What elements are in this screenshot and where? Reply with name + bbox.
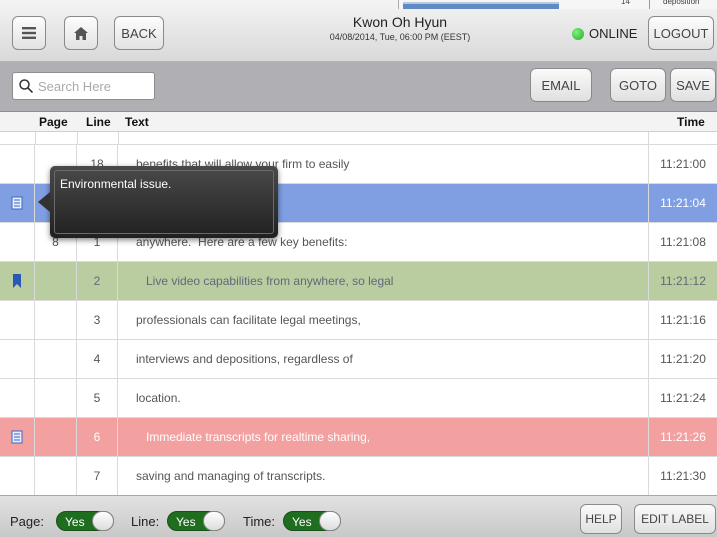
row-line: 7 xyxy=(77,457,118,495)
row-marker xyxy=(0,418,35,456)
table-row[interactable]: 5 location. 11:21:24 xyxy=(0,379,717,418)
row-marker xyxy=(0,262,35,300)
row-text: Immediate transcripts for realtime shari… xyxy=(136,430,371,444)
row-time: 11:21:00 xyxy=(648,145,717,183)
logout-button[interactable]: LOGOUT xyxy=(648,16,714,50)
row-text: location. xyxy=(136,391,181,405)
row-marker xyxy=(0,145,35,183)
table-row[interactable]: 7 saving and managing of transcripts. 11:2… xyxy=(0,457,717,495)
email-button[interactable]: EMAIL xyxy=(530,68,592,102)
connection-status: ONLINE xyxy=(572,26,637,41)
page-title: Kwon Oh Hyun xyxy=(352,14,448,30)
row-page xyxy=(35,301,77,339)
page-toggle-label: Page: xyxy=(10,514,44,529)
row-marker xyxy=(0,301,35,339)
row-marker xyxy=(0,223,35,261)
column-header-time: Time xyxy=(677,115,705,129)
footer-bar: Page: Yes Line: Yes Time: Yes HELP EDIT … xyxy=(0,495,717,537)
peek-highlight-bar xyxy=(403,2,559,9)
note-icon[interactable] xyxy=(11,430,23,444)
home-button[interactable] xyxy=(64,16,98,50)
search-box[interactable] xyxy=(12,72,155,100)
hamburger-icon xyxy=(22,27,36,39)
tooltip-text: Environmental issue. xyxy=(60,177,172,191)
row-time: 11:21:04 xyxy=(648,184,717,222)
session-title-block: Kwon Oh Hyun 04/08/2014, Tue, 06:00 PM (… xyxy=(250,14,550,42)
row-marker xyxy=(0,340,35,378)
row-marker xyxy=(0,457,35,495)
home-icon xyxy=(74,26,88,40)
row-text: professionals can facilitate legal meeti… xyxy=(136,313,361,327)
app-header: 14 deposition BACK Kwon Oh Hyun 04/08/20… xyxy=(0,0,717,62)
row-marker xyxy=(0,379,35,417)
row-text: Live video capabilities from anywhere, s… xyxy=(136,274,394,288)
row-time: 11:21:12 xyxy=(648,262,717,300)
column-header-page: Page xyxy=(39,115,68,129)
annotation-tooltip: Environmental issue. xyxy=(38,166,278,238)
time-toggle-value: Yes xyxy=(292,515,312,529)
row-line: 3 xyxy=(77,301,118,339)
search-icon xyxy=(19,79,33,93)
table-row[interactable]: 2 Live video capabilities from anywhere,… xyxy=(0,262,717,301)
toggle-knob xyxy=(203,511,225,531)
background-window-peek: 14 deposition xyxy=(398,0,717,9)
row-text: interviews and depositions, regardless o… xyxy=(136,352,353,366)
row-time: 11:21:26 xyxy=(648,418,717,456)
row-time: 11:21:16 xyxy=(648,301,717,339)
table-header: Page Line Text Time xyxy=(0,112,717,132)
row-time: 11:21:24 xyxy=(648,379,717,417)
row-page xyxy=(35,379,77,417)
row-page xyxy=(35,262,77,300)
row-line: 4 xyxy=(77,340,118,378)
bookmark-icon[interactable] xyxy=(11,274,23,288)
row-text: saving and managing of transcripts. xyxy=(136,469,326,483)
time-toggle[interactable]: Yes xyxy=(283,511,341,531)
help-button[interactable]: HELP xyxy=(580,504,622,534)
row-page xyxy=(35,340,77,378)
goto-button[interactable]: GOTO xyxy=(610,68,666,102)
note-icon[interactable] xyxy=(11,196,23,210)
session-datetime: 04/08/2014, Tue, 06:00 PM (EEST) xyxy=(329,32,471,42)
partial-row xyxy=(0,132,717,145)
row-time: 11:21:20 xyxy=(648,340,717,378)
toggle-knob xyxy=(92,511,114,531)
peek-text: deposition xyxy=(663,0,700,6)
page-toggle-value: Yes xyxy=(65,515,85,529)
time-toggle-label: Time: xyxy=(243,514,276,529)
row-marker xyxy=(0,184,35,222)
toggle-knob xyxy=(319,511,341,531)
page-toggle[interactable]: Yes xyxy=(56,511,114,531)
row-line: 2 xyxy=(77,262,118,300)
table-row[interactable]: 4 interviews and depositions, regardless … xyxy=(0,340,717,379)
peek-line-number: 14 xyxy=(621,0,630,6)
row-time: 11:21:08 xyxy=(648,223,717,261)
table-row[interactable]: 3 professionals can facilitate legal meet… xyxy=(0,301,717,340)
line-toggle[interactable]: Yes xyxy=(167,511,225,531)
column-header-text: Text xyxy=(125,115,149,129)
save-button[interactable]: SAVE xyxy=(670,68,716,102)
table-row[interactable]: 6 Immediate transcripts for realtime sha… xyxy=(0,418,717,457)
column-header-line: Line xyxy=(86,115,111,129)
edit-label-button[interactable]: EDIT LABEL xyxy=(634,504,716,534)
row-page xyxy=(35,457,77,495)
search-input[interactable] xyxy=(38,78,148,94)
row-line: 6 xyxy=(77,418,118,456)
toolbar: EMAIL GOTO SAVE xyxy=(0,62,717,112)
peek-divider xyxy=(649,0,650,9)
back-button[interactable]: BACK xyxy=(114,16,164,50)
status-label: ONLINE xyxy=(589,26,638,41)
line-toggle-value: Yes xyxy=(176,515,196,529)
online-status-icon xyxy=(572,27,584,40)
line-toggle-label: Line: xyxy=(131,514,160,529)
row-line: 5 xyxy=(77,379,118,417)
tooltip-arrow xyxy=(38,192,50,212)
menu-button[interactable] xyxy=(12,16,46,50)
row-page xyxy=(35,418,77,456)
row-time: 11:21:30 xyxy=(648,457,717,495)
